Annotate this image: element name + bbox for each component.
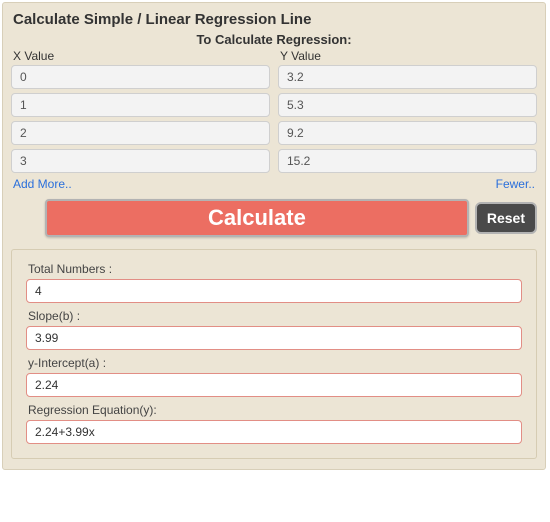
y-value-input[interactable] <box>278 93 537 117</box>
panel-subheading: To Calculate Regression: <box>11 32 537 49</box>
y-column-label: Y Value <box>278 49 537 65</box>
regression-calculator-panel: Calculate Simple / Linear Regression Lin… <box>2 2 546 470</box>
fewer-link[interactable]: Fewer.. <box>496 177 535 191</box>
reset-button[interactable]: Reset <box>475 202 537 234</box>
y-value-input[interactable] <box>278 65 537 89</box>
row-controls: Add More.. Fewer.. <box>11 177 537 191</box>
calculate-button[interactable]: Calculate <box>45 199 469 237</box>
value-columns: X Value Y Value <box>11 49 537 177</box>
equation-label: Regression Equation(y): <box>28 403 522 417</box>
add-more-link[interactable]: Add More.. <box>13 177 72 191</box>
intercept-output[interactable] <box>26 373 522 397</box>
x-value-input[interactable] <box>11 149 270 173</box>
y-value-input[interactable] <box>278 121 537 145</box>
intercept-label: y-Intercept(a) : <box>28 356 522 370</box>
y-column: Y Value <box>278 49 537 177</box>
total-numbers-output[interactable] <box>26 279 522 303</box>
x-value-input[interactable] <box>11 65 270 89</box>
y-value-input[interactable] <box>278 149 537 173</box>
slope-label: Slope(b) : <box>28 309 522 323</box>
x-column: X Value <box>11 49 270 177</box>
slope-output[interactable] <box>26 326 522 350</box>
x-column-label: X Value <box>11 49 270 65</box>
x-value-input[interactable] <box>11 93 270 117</box>
panel-heading: Calculate Simple / Linear Regression Lin… <box>11 9 537 32</box>
equation-output[interactable] <box>26 420 522 444</box>
results-panel: Total Numbers : Slope(b) : y-Intercept(a… <box>11 249 537 459</box>
x-value-input[interactable] <box>11 121 270 145</box>
total-numbers-label: Total Numbers : <box>28 262 522 276</box>
button-row: Calculate Reset <box>11 191 537 243</box>
